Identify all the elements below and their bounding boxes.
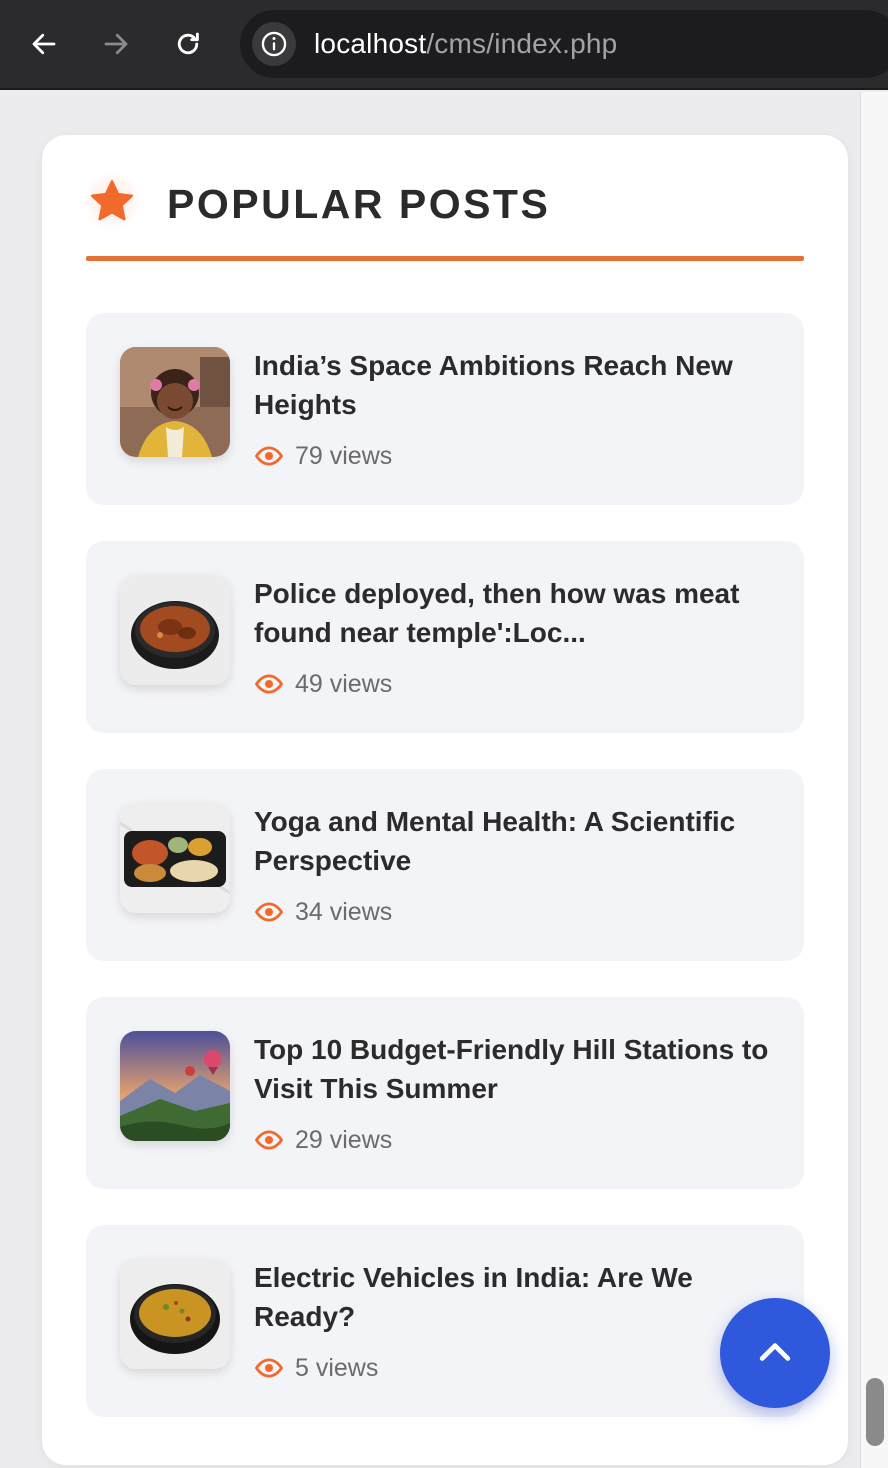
views-count: 29 views [295,1125,393,1154]
views-count: 79 views [295,441,393,470]
post-thumbnail[interactable] [120,575,230,685]
title-divider [86,256,804,261]
popular-posts-widget: POPULAR POSTS India’s Space Ambitions Re… [42,135,848,1465]
scroll-to-top-button[interactable] [720,1298,830,1408]
eye-icon [254,446,284,466]
address-bar[interactable]: localhost/cms/index.php [240,10,888,78]
eye-icon [254,1358,284,1378]
views-count: 34 views [295,897,393,926]
info-icon [261,31,287,57]
arrow-left-icon [32,33,56,55]
scrollbar-thumb[interactable] [866,1378,884,1446]
post-card[interactable]: Top 10 Budget-Friendly Hill Stations to … [86,997,804,1189]
page-scrollbar[interactable] [860,92,888,1468]
chevron-up-icon [759,1343,791,1361]
widget-title: POPULAR POSTS [167,181,551,227]
post-thumbnail[interactable] [120,347,230,457]
widget-star-badge [84,173,140,229]
back-button[interactable] [24,24,64,64]
post-title[interactable]: Police deployed, then how was meat found… [254,574,784,652]
page-viewport: POPULAR POSTS India’s Space Ambitions Re… [0,92,860,1468]
post-views: 34 views [254,897,392,927]
post-card[interactable]: Yoga and Mental Health: A Scientific Per… [86,769,804,961]
post-card[interactable]: Electric Vehicles in India: Are We Ready… [86,1225,804,1417]
post-title[interactable]: Top 10 Budget-Friendly Hill Stations to … [254,1030,784,1108]
post-thumbnail[interactable] [120,1031,230,1141]
eye-icon [254,902,284,922]
post-views: 49 views [254,669,392,699]
browser-toolbar: localhost/cms/index.php [0,0,888,90]
url-host: localhost [314,28,427,59]
post-card[interactable]: Police deployed, then how was meat found… [86,541,804,733]
site-info-button[interactable] [252,22,296,66]
eye-icon [254,1130,284,1150]
url-path: /cms/index.php [426,28,618,59]
views-count: 5 views [295,1353,379,1382]
arrow-right-icon [104,33,128,55]
reload-button[interactable] [168,24,208,64]
post-thumbnail[interactable] [120,803,230,913]
star-icon [90,180,134,221]
post-title[interactable]: Yoga and Mental Health: A Scientific Per… [254,802,784,880]
post-views: 29 views [254,1125,392,1155]
post-views: 5 views [254,1353,378,1383]
eye-icon [254,674,284,694]
post-card[interactable]: India’s Space Ambitions Reach New Height… [86,313,804,505]
post-title[interactable]: Electric Vehicles in India: Are We Ready… [254,1258,784,1336]
post-thumbnail[interactable] [120,1259,230,1369]
post-title[interactable]: India’s Space Ambitions Reach New Height… [254,346,784,424]
views-count: 49 views [295,669,393,698]
post-views: 79 views [254,441,392,471]
reload-icon [177,32,199,55]
forward-button[interactable] [96,24,136,64]
url-text[interactable]: localhost/cms/index.php [314,28,617,60]
